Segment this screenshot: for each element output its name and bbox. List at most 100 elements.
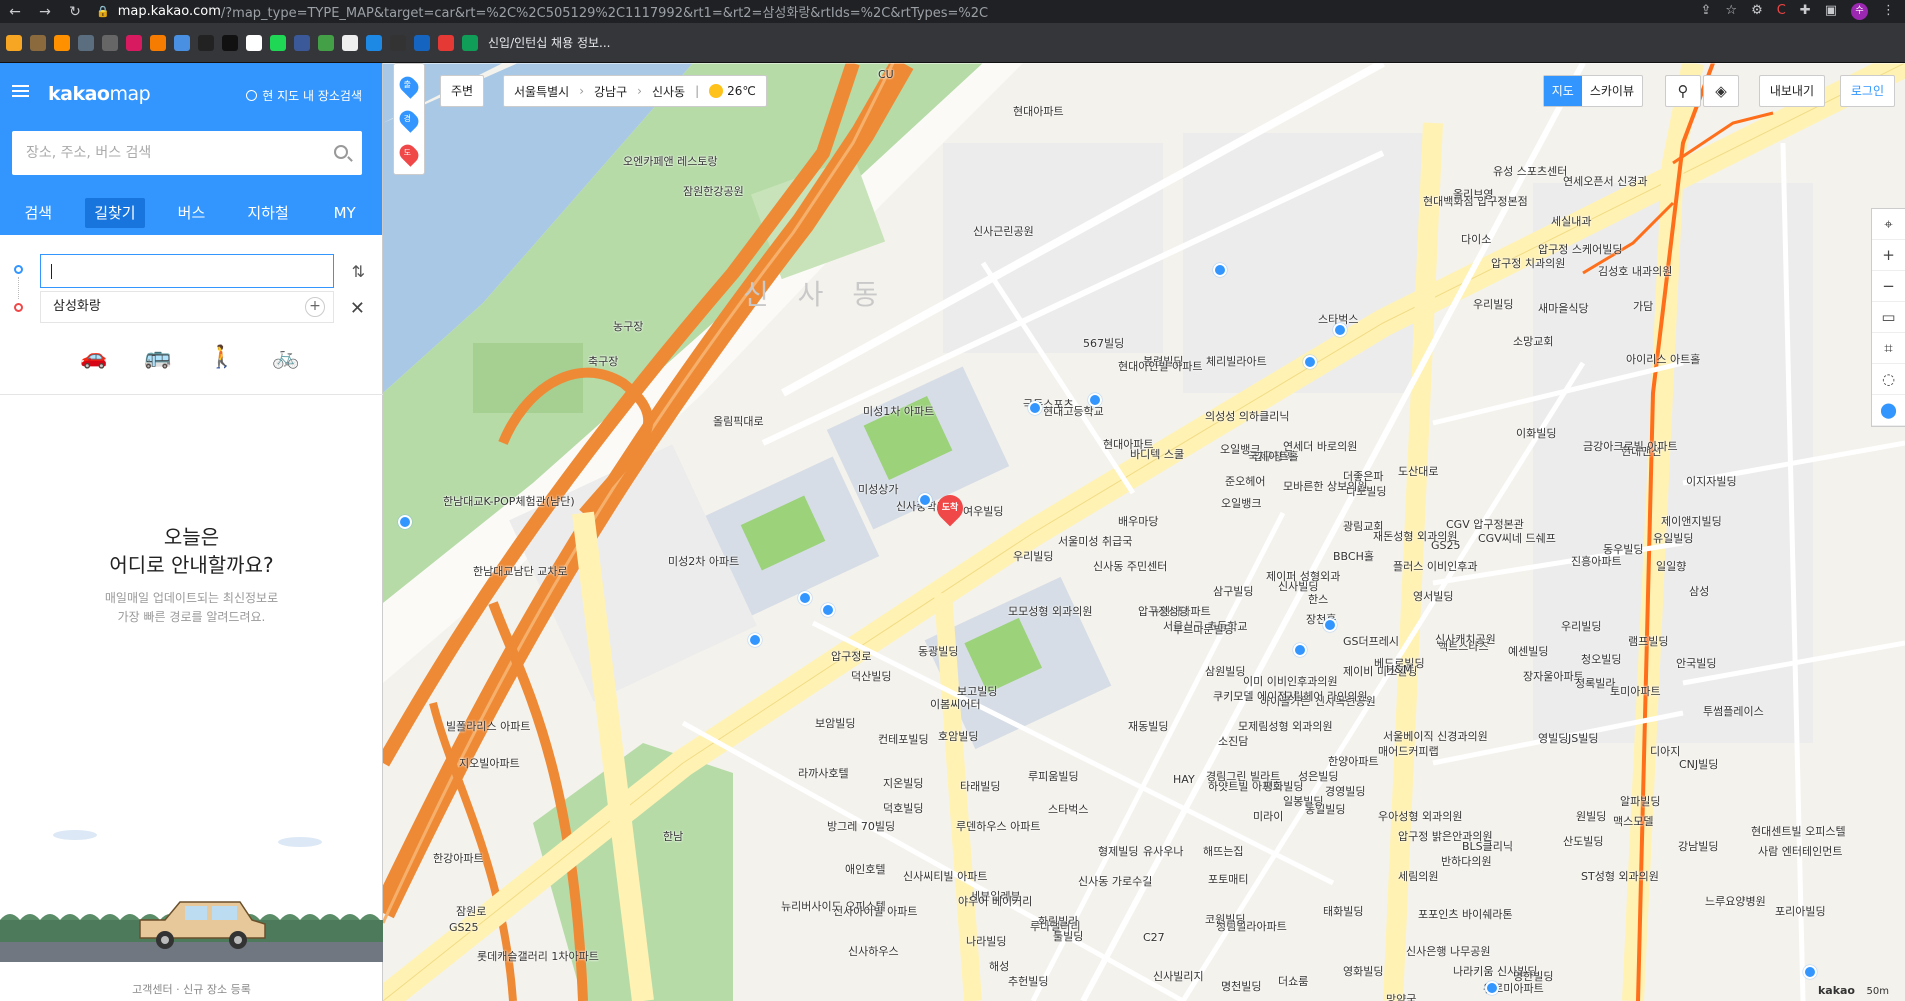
map-place-label[interactable]: 새마을식당 xyxy=(1538,300,1589,316)
map-place-label[interactable]: 지오빌아파트 xyxy=(459,755,520,771)
map-place-label[interactable]: 원빌딩 xyxy=(1576,808,1606,824)
car-icon[interactable]: 🚗 xyxy=(80,345,107,370)
puzzle-icon[interactable]: ✚ xyxy=(1800,3,1811,20)
map-place-label[interactable]: 포리아빌딩 xyxy=(1775,903,1826,919)
star-icon[interactable]: ☆ xyxy=(1725,3,1737,20)
breadcrumb-city[interactable]: 서울특별시 xyxy=(514,83,569,100)
map-place-label[interactable]: JS빌딩 xyxy=(1568,730,1598,746)
zoom-out-icon[interactable]: − xyxy=(1872,271,1905,302)
map-place-label[interactable]: 제이앤지빌딩 xyxy=(1661,513,1722,529)
bookmark-icon[interactable] xyxy=(78,34,94,51)
map-place-label[interactable]: 쿠키모델 에이전시 xyxy=(1213,688,1297,704)
map-place-label[interactable]: 신사하우스 xyxy=(848,943,899,959)
map-place-label[interactable]: 해뜨는집 xyxy=(1203,843,1243,859)
map-place-label[interactable]: 우리빌딩 xyxy=(1473,296,1513,312)
bookmark-icon[interactable] xyxy=(174,34,190,51)
bus-stop-icon[interactable] xyxy=(798,591,812,605)
waypoint-pin-icon[interactable]: 경 xyxy=(396,107,422,133)
bus-stop-icon[interactable] xyxy=(1485,981,1499,995)
measure-icon[interactable]: ⌗ xyxy=(1872,333,1905,364)
map-place-label[interactable]: 신사은행 나무공원 xyxy=(1406,943,1490,959)
extension-icon-2[interactable]: C xyxy=(1777,3,1786,20)
add-waypoint-icon[interactable]: + xyxy=(305,297,325,317)
origin-input[interactable] xyxy=(40,254,334,288)
map-place-label[interactable]: 애인호텔 xyxy=(845,861,885,877)
map-place-label[interactable]: 일봉빌딩 xyxy=(1283,793,1323,809)
map-place-label[interactable]: 올림픽대로 xyxy=(713,413,764,429)
map-place-label[interactable]: 축구장 xyxy=(588,353,618,369)
map-place-label[interactable]: 컨테포빌딩 xyxy=(878,731,929,747)
map-place-label[interactable]: 현대아파트 xyxy=(1013,103,1064,119)
map-place-label[interactable]: 보암빌딩 xyxy=(815,715,855,731)
map-place-label[interactable]: 배우마당 xyxy=(1118,513,1158,529)
map-place-label[interactable]: 한남대교K-POP체험관(남단) xyxy=(443,493,575,509)
bookmark-icon[interactable] xyxy=(30,34,46,51)
map-place-label[interactable]: 유일빌딩 xyxy=(1653,530,1693,546)
bookmark-icon[interactable] xyxy=(102,34,118,51)
bus-stop-icon[interactable] xyxy=(1028,401,1042,415)
map-place-label[interactable]: 지온빌딩 xyxy=(883,775,923,791)
map-place-label[interactable]: 빌폴라리스 아파트 xyxy=(446,718,530,734)
tab-subway[interactable]: 지하철 xyxy=(230,191,307,235)
map-place-label[interactable]: 성은빌딩 xyxy=(1298,768,1338,784)
map-place-label[interactable]: 압구정 스케어빌딩 xyxy=(1538,241,1622,257)
bus-stop-icon[interactable] xyxy=(1088,393,1102,407)
map-place-label[interactable]: 바디텍 스쿨 xyxy=(1130,446,1184,462)
map-place-label[interactable]: GS25 xyxy=(449,921,479,934)
bookmark-icon[interactable] xyxy=(126,34,142,51)
map-place-label[interactable]: 일일향 xyxy=(1656,558,1686,574)
map-place-label[interactable]: 오일뱅크 xyxy=(1220,441,1260,457)
bookmark-label[interactable]: 신입/인턴십 채용 정보... xyxy=(488,34,610,51)
map-place-label[interactable]: 영화빌딩 xyxy=(1343,963,1383,979)
bookmark-icon[interactable] xyxy=(6,34,22,51)
kakaomap-logo[interactable]: kakaomap xyxy=(48,83,151,105)
map-place-label[interactable]: 유사우나 xyxy=(1143,843,1183,859)
bookmark-icon[interactable] xyxy=(318,34,334,51)
map-place-label[interactable]: ST성형 외과의원 xyxy=(1581,868,1659,884)
map-place-label[interactable]: 투썸플레이스 xyxy=(1703,703,1764,719)
map-place-label[interactable]: 삼구빌딩 xyxy=(1213,583,1253,599)
start-pin-icon[interactable]: 출 xyxy=(396,73,422,99)
map-place-label[interactable]: 재동빌딩 xyxy=(1128,718,1168,734)
destination-input[interactable]: 삼성화랑 + xyxy=(40,291,334,323)
map-place-label[interactable]: 이미 이비인후과의원 xyxy=(1243,673,1338,689)
map-place-label[interactable]: 경영빌딩 xyxy=(1325,783,1365,799)
reload-icon[interactable]: ↻ xyxy=(60,4,90,20)
location-pin-icon[interactable]: ⚲ xyxy=(1665,75,1701,107)
bookmark-icon[interactable] xyxy=(390,34,406,51)
map-place-label[interactable]: 포포인츠 바이쉐라톤 xyxy=(1418,906,1513,922)
map-place-label[interactable]: 타래빌딩 xyxy=(960,778,1000,794)
swap-icon[interactable]: ⇅ xyxy=(352,262,365,281)
map-place-label[interactable]: 현대아인빌 아파트 xyxy=(1118,358,1202,374)
map-place-label[interactable]: 플러스 이비인후과 xyxy=(1393,558,1477,574)
map-place-label[interactable]: CNJ빌딩 xyxy=(1679,756,1718,772)
map-place-label[interactable]: 방그레 70빌딩 xyxy=(827,818,895,834)
map-place-label[interactable]: 제이퍼 성형외과 xyxy=(1266,568,1340,584)
map-place-label[interactable]: 해성 xyxy=(989,958,1009,974)
bus-stop-icon[interactable] xyxy=(398,515,412,529)
map-place-label[interactable]: 사람 엔터테인먼트 xyxy=(1758,843,1842,859)
map-place-label[interactable]: 연세더 바로의원 xyxy=(1283,438,1357,454)
map-place-label[interactable]: 느루요양병원 xyxy=(1705,893,1766,909)
map-place-label[interactable]: 잠원로 xyxy=(456,903,486,919)
map-place-label[interactable]: 형제빌딩 xyxy=(1098,843,1138,859)
bookmark-icon[interactable] xyxy=(462,34,478,51)
end-pin-icon[interactable]: 도 xyxy=(396,141,422,167)
extension-icon[interactable]: ⚙ xyxy=(1751,3,1763,20)
walk-icon[interactable]: 🚶 xyxy=(208,345,235,370)
map-place-label[interactable]: 반하다의원 xyxy=(1441,853,1492,869)
map-place-label[interactable]: 신사동 주민센터 xyxy=(1093,558,1167,574)
map-place-label[interactable]: 모제림성형 외과의원 xyxy=(1238,718,1333,734)
tab-directions[interactable]: 길찾기 xyxy=(77,191,154,235)
map-place-label[interactable]: 야우어 베이커리 xyxy=(958,893,1032,909)
map-place-label[interactable]: 이봄씨어터 xyxy=(930,696,981,712)
map-place-label[interactable]: 의성성 의하클리닉 xyxy=(1205,408,1289,424)
export-button[interactable]: 내보내기 xyxy=(1758,75,1825,107)
bookmark-icon[interactable] xyxy=(222,34,238,51)
map-place-label[interactable]: 다이소 xyxy=(1461,231,1491,247)
map-place-label[interactable]: 신사아이빌 아파트 xyxy=(833,903,917,919)
map-place-label[interactable]: 이화빌딩 xyxy=(1516,425,1556,441)
map-place-label[interactable]: 준오헤어 xyxy=(1225,473,1265,489)
tab-my[interactable]: MY xyxy=(306,191,383,235)
map-place-label[interactable]: 안국빌딩 xyxy=(1676,655,1716,671)
